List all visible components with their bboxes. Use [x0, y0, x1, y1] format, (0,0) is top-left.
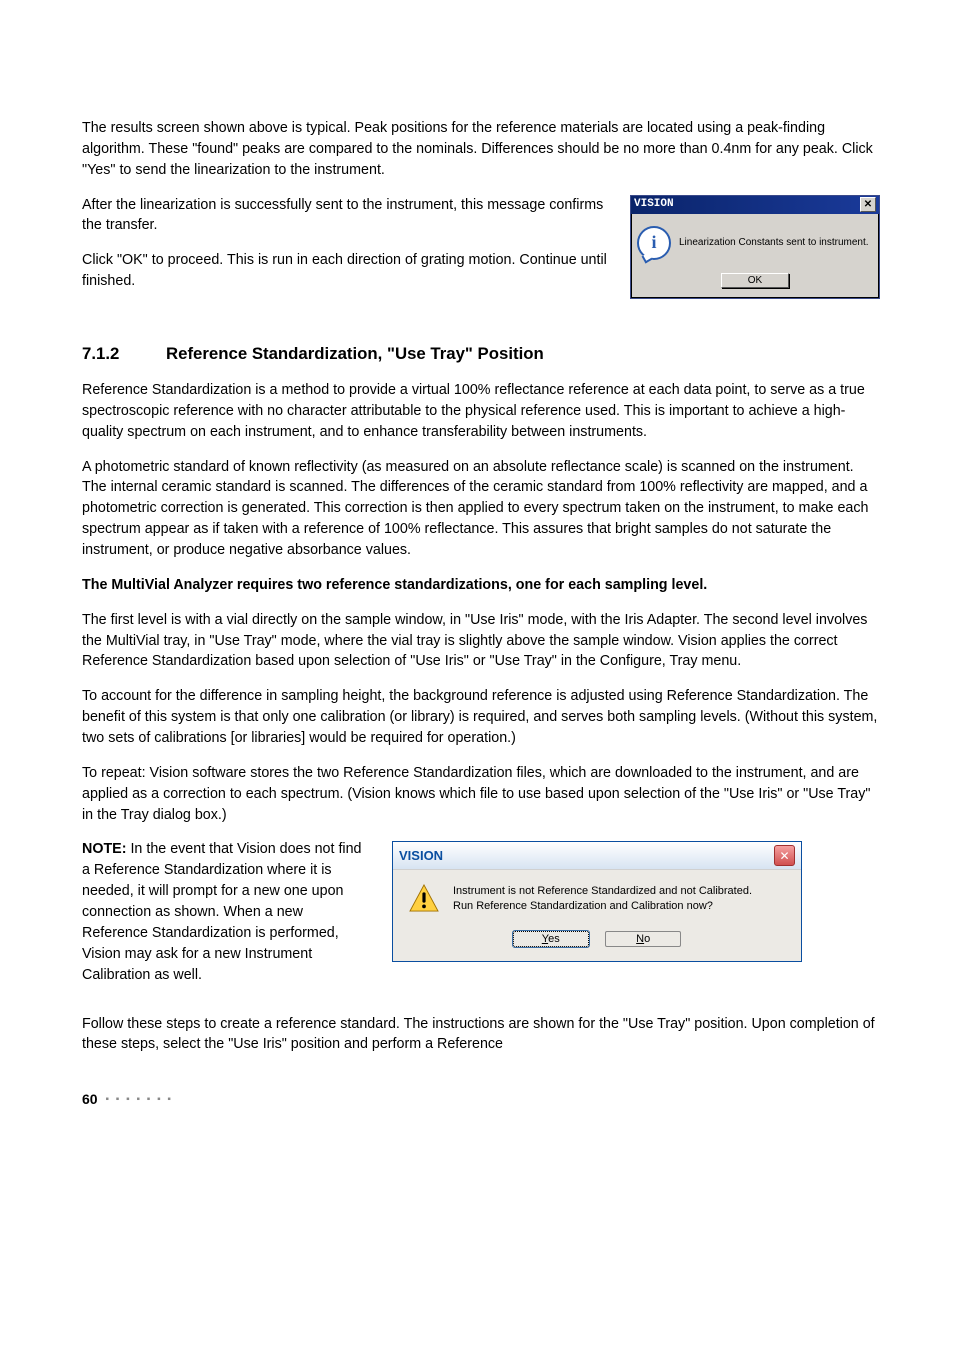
dialog-linearization-sent: VISION ✕ i Linearization Constants sent … [630, 195, 880, 299]
warning-icon [409, 884, 439, 917]
body-paragraph: After the linearization is successfully … [82, 195, 612, 237]
note-paragraph: NOTE: In the event that Vision does not … [82, 839, 372, 985]
no-button[interactable]: No [605, 931, 681, 947]
body-paragraph: The results screen shown above is typica… [82, 118, 880, 181]
page-footer: 60 ▪ ▪ ▪ ▪ ▪ ▪ ▪ [82, 1091, 880, 1107]
dialog-not-calibrated: VISION ✕ Instrument is not Reference Sta… [392, 841, 802, 962]
dialog-title: VISION [399, 848, 443, 863]
info-icon: i [637, 226, 671, 260]
body-paragraph-bold: The MultiVial Analyzer requires two refe… [82, 575, 880, 596]
close-icon[interactable]: ✕ [774, 845, 795, 866]
body-paragraph: Follow these steps to create a reference… [82, 1014, 880, 1056]
body-paragraph: Click "OK" to proceed. This is run in ea… [82, 250, 612, 292]
body-paragraph: The first level is with a vial directly … [82, 610, 880, 673]
body-paragraph: To repeat: Vision software stores the tw… [82, 763, 880, 826]
note-body: In the event that Vision does not find a… [82, 841, 362, 982]
ok-button[interactable]: OK [721, 273, 789, 288]
dialog-title: VISION [634, 198, 674, 210]
footer-dots: ▪ ▪ ▪ ▪ ▪ ▪ ▪ [105, 1094, 172, 1105]
section-number: 7.1.2 [82, 344, 166, 364]
body-paragraph: A photometric standard of known reflecti… [82, 457, 880, 561]
body-paragraph: Reference Standardization is a method to… [82, 380, 880, 443]
section-title: Reference Standardization, "Use Tray" Po… [166, 344, 544, 363]
note-label: NOTE: [82, 841, 126, 857]
close-icon[interactable]: ✕ [860, 197, 876, 212]
section-heading: 7.1.2Reference Standardization, "Use Tra… [82, 344, 880, 364]
dialog-message: Linearization Constants sent to instrume… [679, 237, 869, 248]
page-number: 60 [82, 1091, 98, 1107]
dialog-message: Instrument is not Reference Standardized… [453, 884, 752, 914]
yes-button[interactable]: Yes [513, 931, 589, 947]
body-paragraph: To account for the difference in samplin… [82, 686, 880, 749]
